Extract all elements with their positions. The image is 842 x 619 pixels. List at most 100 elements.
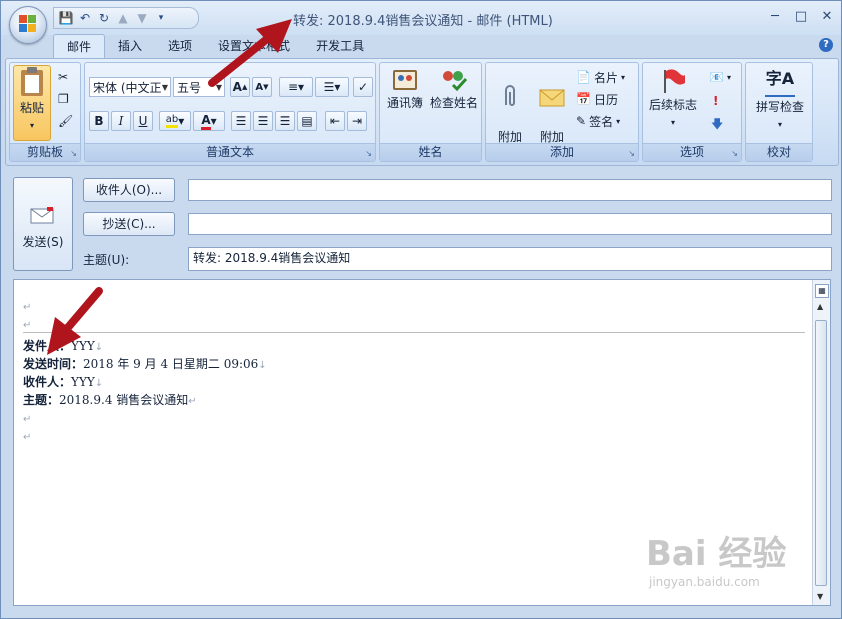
tab-developer[interactable]: 开发工具 bbox=[303, 34, 377, 58]
subject-label: 主题(U): bbox=[83, 253, 130, 267]
scroll-up-icon[interactable]: ▲ bbox=[817, 302, 823, 311]
send-icon bbox=[30, 207, 54, 224]
spelling-icon: 字A bbox=[765, 67, 795, 97]
redo-icon[interactable]: ↻ bbox=[96, 10, 112, 26]
check-names-icon bbox=[443, 71, 468, 92]
tab-message[interactable]: 邮件 bbox=[53, 34, 106, 59]
office-button[interactable] bbox=[9, 6, 47, 44]
font-size-combo[interactable]: 五号 ▼ bbox=[173, 77, 225, 97]
align-right-icon[interactable]: ☰ bbox=[275, 111, 295, 131]
options-group-label: 选项 bbox=[643, 143, 741, 161]
spelling-button[interactable]: 字A 拼写检查 ▾ bbox=[748, 67, 812, 133]
shrink-font-icon[interactable]: A ▼ bbox=[252, 77, 272, 97]
dialog-launcher-icon[interactable]: ↘ bbox=[731, 149, 738, 158]
scroll-down-icon[interactable]: ▼ bbox=[817, 592, 823, 601]
low-importance-icon[interactable]: 🡇 bbox=[711, 115, 723, 135]
paragraph-mark: ↵ bbox=[23, 320, 32, 331]
window-controls: ─ □ ✕ bbox=[765, 7, 837, 25]
help-icon[interactable]: ? bbox=[819, 38, 833, 52]
body-line-subject: 主题：2018.9.4 销售会议通知↵ bbox=[23, 393, 197, 407]
dialog-launcher-icon[interactable]: ↘ bbox=[365, 149, 372, 158]
save-icon[interactable]: 💾 bbox=[58, 10, 74, 26]
down-icon[interactable]: ▼ bbox=[134, 10, 150, 26]
justify-icon[interactable]: ▤ bbox=[297, 111, 317, 131]
numbering-icon[interactable]: ☰▾ bbox=[315, 77, 349, 97]
bullets-icon[interactable]: ≡▾ bbox=[279, 77, 313, 97]
copy-icon[interactable]: ❐ bbox=[58, 89, 69, 109]
customize-qat-icon[interactable]: ▾ bbox=[153, 10, 169, 26]
minimize-icon[interactable]: ─ bbox=[765, 7, 785, 25]
paragraph-mark: ↵ bbox=[23, 432, 32, 443]
business-card-button[interactable]: 📄 名片 ▾ bbox=[576, 67, 625, 87]
group-options: 后续标志 ▾ 📧 ▾ ! 🡇 选项 ↘ bbox=[642, 62, 742, 162]
vertical-scrollbar[interactable]: ▦ ▲ ▼ bbox=[812, 280, 830, 605]
increase-indent-icon[interactable]: ⇥ bbox=[347, 111, 367, 131]
scroll-thumb[interactable] bbox=[815, 320, 827, 586]
align-center-icon[interactable]: ☰ bbox=[253, 111, 273, 131]
paste-label: 粘贴 bbox=[19, 101, 44, 115]
group-include: 附加 文件 附加 项目 📄名片▾ 📅日历 ✎签名▾ 添加 ↘ bbox=[485, 62, 639, 162]
to-button[interactable]: 收件人(O)... bbox=[83, 178, 175, 202]
font-name-combo[interactable]: 宋体 (中文正 ▼ bbox=[89, 77, 171, 97]
include-group-label: 添加 bbox=[486, 143, 638, 161]
up-icon[interactable]: ▲ bbox=[115, 10, 131, 26]
send-button[interactable]: 发送(S) bbox=[13, 177, 73, 271]
outlook-compose-window: 转发: 2018.9.4销售会议通知 - 邮件 (HTML) ─ □ ✕ 💾 ↶… bbox=[0, 0, 842, 619]
office-logo-icon bbox=[19, 15, 37, 33]
signature-icon: ✎ bbox=[576, 114, 587, 128]
format-painter-icon[interactable]: 🖌 bbox=[58, 111, 73, 131]
quick-access-toolbar: 💾 ↶ ↻ ▲ ▼ ▾ bbox=[53, 7, 199, 29]
envelope-icon bbox=[539, 89, 565, 107]
message-header: 发送(S) 收件人(O)... 抄送(C)... 主题(U): 转发: 2018… bbox=[5, 167, 837, 275]
italic-icon[interactable]: I bbox=[111, 111, 131, 131]
send-label: 发送(S) bbox=[22, 235, 64, 249]
high-importance-icon[interactable]: ! bbox=[713, 91, 718, 111]
window-title: 转发: 2018.9.4销售会议通知 - 邮件 (HTML) bbox=[293, 14, 553, 29]
calendar-button[interactable]: 📅 日历 bbox=[576, 89, 618, 109]
close-icon[interactable]: ✕ bbox=[817, 7, 837, 25]
tab-options[interactable]: 选项 bbox=[155, 34, 205, 58]
signature-button[interactable]: ✎ 签名 ▾ bbox=[576, 111, 620, 131]
address-book-button[interactable]: 通讯簿 bbox=[383, 67, 427, 111]
align-left-icon[interactable]: ☰ bbox=[231, 111, 251, 131]
paperclip-icon bbox=[505, 85, 515, 106]
subject-field[interactable]: 转发: 2018.9.4销售会议通知 bbox=[188, 247, 832, 271]
address-book-icon bbox=[393, 70, 417, 90]
paste-button[interactable]: 粘贴 ▾ bbox=[13, 65, 51, 141]
check-names-button[interactable]: 检查姓名 bbox=[428, 67, 480, 111]
highlight-icon[interactable]: ab ▾ bbox=[159, 111, 191, 131]
cc-button[interactable]: 抄送(C)... bbox=[83, 212, 175, 236]
tab-insert[interactable]: 插入 bbox=[105, 34, 155, 58]
styles-icon[interactable]: ✓ bbox=[353, 77, 373, 97]
flag-icon bbox=[664, 69, 685, 93]
permission-icon[interactable]: 📧 ▾ bbox=[709, 67, 731, 87]
ruler-toggle-icon[interactable]: ▦ bbox=[815, 284, 829, 298]
cut-icon[interactable]: ✂ bbox=[58, 67, 68, 87]
bold-icon[interactable]: B bbox=[89, 111, 109, 131]
group-clipboard: 粘贴 ▾ ✂ ❐ 🖌 剪贴板 ↘ bbox=[9, 62, 81, 162]
decrease-indent-icon[interactable]: ⇤ bbox=[325, 111, 345, 131]
paragraph-mark: ↵ bbox=[23, 302, 32, 313]
basic-text-group-label: 普通文本 bbox=[85, 143, 375, 161]
ribbon-tabs: 邮件 插入 选项 设置文本格式 开发工具 bbox=[53, 34, 377, 59]
tab-format-text[interactable]: 设置文本格式 bbox=[205, 34, 303, 58]
dialog-launcher-icon[interactable]: ↘ bbox=[70, 149, 77, 158]
header-separator bbox=[23, 332, 805, 333]
undo-icon[interactable]: ↶ bbox=[77, 10, 93, 26]
body-line-sent: 发送时间：2018 年 9 月 4 日星期二 09:06↓ bbox=[23, 357, 267, 371]
follow-up-button[interactable]: 后续标志 ▾ bbox=[646, 67, 700, 131]
group-names: 通讯簿 检查姓名 姓名 bbox=[379, 62, 482, 162]
body-line-from: 发件人：YYY↓ bbox=[23, 339, 104, 353]
paragraph-mark: ↵ bbox=[23, 414, 32, 425]
baidu-watermark: Bai 经验 bbox=[646, 534, 787, 574]
to-field[interactable] bbox=[188, 179, 832, 201]
maximize-icon[interactable]: □ bbox=[791, 7, 811, 25]
underline-icon[interactable]: U bbox=[133, 111, 153, 131]
clipboard-icon bbox=[21, 67, 43, 96]
body-line-to: 收件人：YYY↓ bbox=[23, 375, 104, 389]
cc-field[interactable] bbox=[188, 213, 832, 235]
ribbon: 粘贴 ▾ ✂ ❐ 🖌 剪贴板 ↘ 宋体 (中文正 ▼ 五号 ▼ A ▲ A ▼ ≡▾ ☰▾… bbox=[5, 58, 839, 166]
font-color-icon[interactable]: A ▾ bbox=[193, 111, 225, 131]
dialog-launcher-icon[interactable]: ↘ bbox=[628, 149, 635, 158]
grow-font-icon[interactable]: A ▲ bbox=[230, 77, 250, 97]
